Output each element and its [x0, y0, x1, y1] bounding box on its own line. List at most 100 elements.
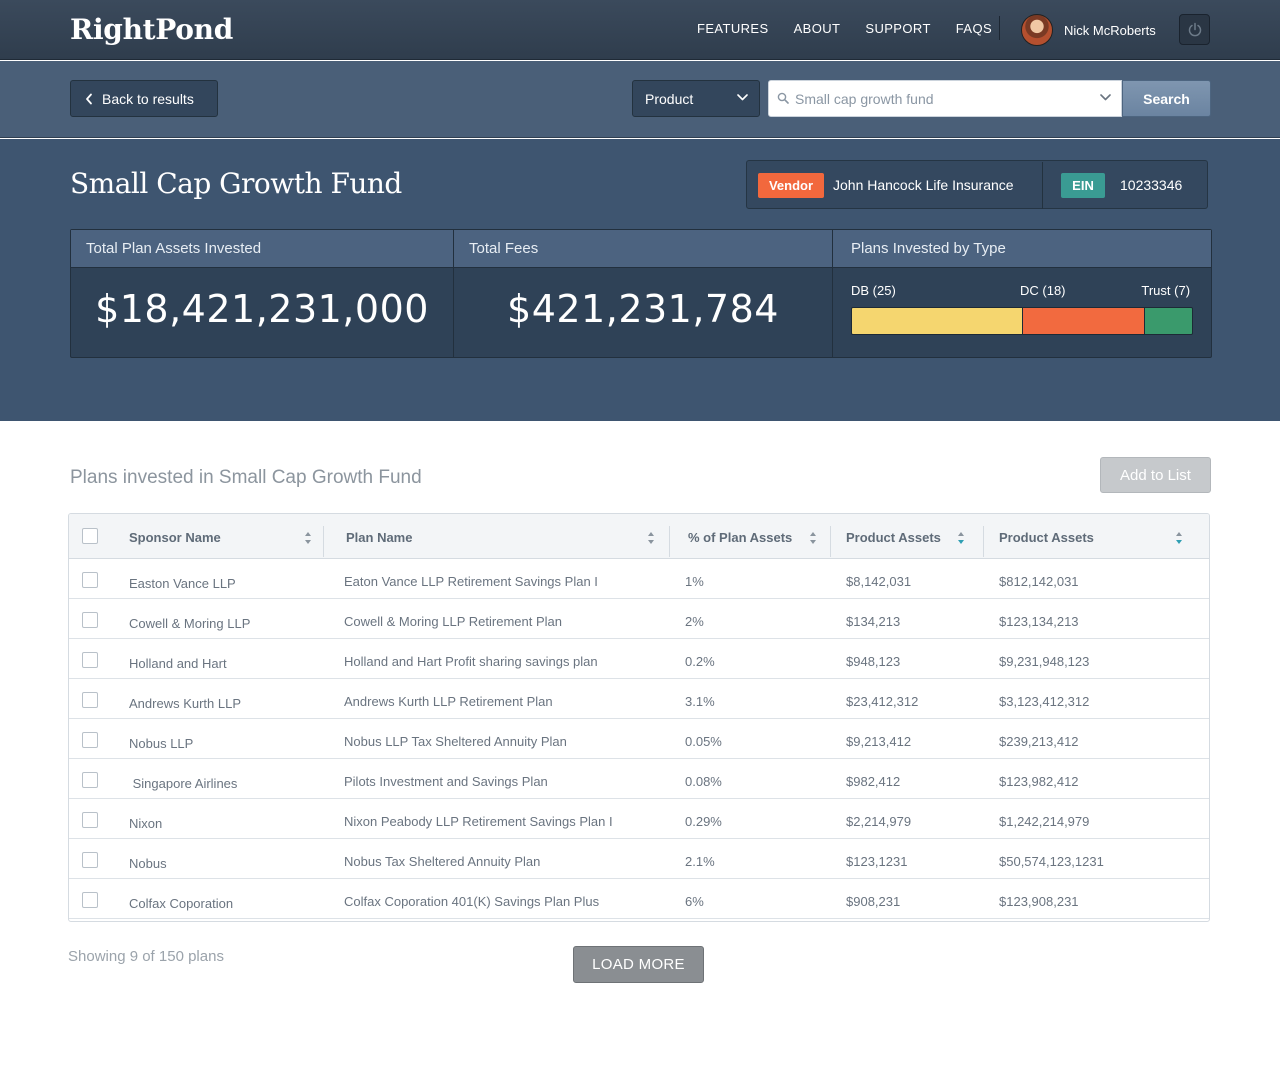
cell-sponsor-name: Easton Vance LLP: [129, 576, 236, 591]
cell-pct-plan-assets: 2.1%: [685, 854, 715, 869]
table-row[interactable]: Nixon Nixon Peabody LLP Retirement Saving…: [69, 799, 1209, 839]
cell-plan-name[interactable]: Holland and Hart Profit sharing savings …: [344, 654, 598, 669]
col-plan-name-label: Plan Name: [346, 530, 413, 545]
nav-link-features[interactable]: FEATURES: [697, 21, 769, 36]
chevron-left-icon: [86, 93, 92, 104]
cell-plan-name[interactable]: Eaton Vance LLP Retirement Savings Plan …: [344, 574, 598, 589]
table-row[interactable]: Nobus Nobus Tax Sheltered Annuity Plan 2.1…: [69, 839, 1209, 879]
logout-button[interactable]: [1179, 14, 1210, 45]
cell-sponsor-name: Andrews Kurth LLP: [129, 696, 242, 711]
cell-pct-plan-assets: 3.1%: [685, 694, 715, 709]
cell-plan-name[interactable]: Cowell & Moring LLP Retirement Plan: [344, 614, 562, 629]
main-nav: FEATURES ABOUT SUPPORT FAQS: [697, 21, 992, 36]
stat-total-assets-value: $18,421,231,000: [95, 287, 429, 331]
plans-table: Sponsor Name Plan Name % of Plan Assets …: [68, 513, 1210, 922]
cell-plan-name[interactable]: Nobus Tax Sheltered Annuity Plan: [344, 854, 540, 869]
chevron-down-icon[interactable]: [1100, 94, 1111, 101]
row-checkbox[interactable]: [82, 812, 98, 828]
plan-type-labels: DB (25) DC (18) Trust (7): [833, 268, 1211, 298]
col-product-assets[interactable]: Product Assets: [830, 514, 983, 558]
search-scope-select[interactable]: Product: [632, 80, 760, 117]
col-sponsor-name-label: Sponsor Name: [129, 530, 221, 545]
load-more-button[interactable]: LOAD MORE: [573, 946, 704, 983]
row-checkbox[interactable]: [82, 652, 98, 668]
stat-total-fees-label: Total Fees: [454, 230, 832, 268]
cell-product-assets-2: $123,908,231: [999, 894, 1079, 909]
plan-type-label-trust: Trust (7): [1141, 283, 1191, 298]
cell-sponsor-name: Nobus: [129, 856, 167, 871]
back-to-results-label: Back to results: [102, 90, 194, 107]
cell-sponsor-name: Nixon: [129, 816, 163, 831]
sort-icon[interactable]: [647, 531, 655, 545]
sort-icon[interactable]: [809, 531, 817, 545]
cell-sponsor-name: Colfax Coporation: [129, 896, 234, 911]
stat-total-assets: Total Plan Assets Invested $18,421,231,0…: [71, 230, 453, 357]
table-row[interactable]: Andrews Kurth LLP Andrews Kurth LLP Retir…: [69, 679, 1209, 719]
col-product-assets-label: Product Assets: [846, 530, 941, 545]
cell-pct-plan-assets: 0.05%: [685, 734, 722, 749]
row-checkbox[interactable]: [82, 572, 98, 588]
plan-type-segment-db: [852, 308, 1022, 334]
vendor-name: John Hancock Life Insurance: [833, 177, 1014, 193]
brand-logo[interactable]: RightPond: [70, 13, 233, 46]
sort-icon[interactable]: [957, 531, 965, 545]
table-row[interactable]: Easton Vance LLP Eaton Vance LLP Retireme…: [69, 559, 1209, 599]
search-button-label: Search: [1143, 90, 1190, 107]
user-name[interactable]: Nick McRoberts: [1064, 23, 1156, 38]
cell-product-assets-2: $123,134,213: [999, 614, 1079, 629]
search-toolbar: Back to results Product Small cap growth…: [0, 61, 1280, 138]
cell-pct-plan-assets: 0.29%: [685, 814, 722, 829]
cell-product-assets: $8,142,031: [846, 574, 912, 589]
cell-plan-name[interactable]: Andrews Kurth LLP Retirement Plan: [344, 694, 553, 709]
fund-meta: Vendor John Hancock Life Insurance EIN 1…: [746, 160, 1208, 209]
cell-pct-plan-assets: 1%: [685, 574, 704, 589]
top-navbar: RightPond FEATURES ABOUT SUPPORT FAQS Ni…: [0, 0, 1280, 60]
row-checkbox[interactable]: [82, 892, 98, 908]
user-avatar[interactable]: [1021, 14, 1053, 46]
row-checkbox[interactable]: [82, 772, 98, 788]
nav-link-about[interactable]: ABOUT: [794, 21, 841, 36]
section-title: Plans invested in Small Cap Growth Fund: [70, 467, 422, 488]
cell-plan-name[interactable]: Colfax Coporation 401(K) Savings Plan Pl…: [344, 894, 599, 909]
table-row[interactable]: Holland and Hart Holland and Hart Profit …: [69, 639, 1209, 679]
page-title: Small Cap Growth Fund: [70, 167, 402, 200]
cell-product-assets-2: $239,213,412: [999, 734, 1079, 749]
search-button[interactable]: Search: [1122, 80, 1211, 117]
add-to-list-button[interactable]: Add to List: [1100, 457, 1211, 493]
select-all-checkbox[interactable]: [82, 528, 98, 544]
fund-summary: Small Cap Growth Fund Vendor John Hancoc…: [0, 139, 1280, 421]
meta-divider: [1042, 162, 1043, 209]
sort-icon[interactable]: [1175, 531, 1183, 545]
col-pct-plan-assets[interactable]: % of Plan Assets: [669, 514, 830, 558]
nav-link-support[interactable]: SUPPORT: [865, 21, 930, 36]
cell-product-assets: $908,231: [846, 894, 901, 909]
search-input[interactable]: Small cap growth fund: [768, 80, 1122, 117]
table-row[interactable]: Singapore Airlines Pilots Investment and …: [69, 759, 1209, 799]
table-header: Sponsor Name Plan Name % of Plan Assets …: [69, 514, 1209, 559]
col-sponsor-name[interactable]: Sponsor Name: [114, 514, 324, 558]
cell-product-assets-2: $50,574,123,1231: [999, 854, 1104, 869]
cell-plan-name[interactable]: Nobus LLP Tax Sheltered Annuity Plan: [344, 734, 567, 749]
cell-plan-name[interactable]: Nixon Peabody LLP Retirement Savings Pla…: [344, 814, 613, 829]
col-product-assets-2[interactable]: Product Assets: [983, 514, 1209, 558]
sort-icon[interactable]: [304, 531, 312, 545]
plan-type-bar: [851, 307, 1193, 335]
plan-type-segment-dc: [1022, 308, 1145, 334]
table-row[interactable]: Colfax Coporation Colfax Coporation 401(K…: [69, 879, 1209, 919]
row-checkbox[interactable]: [82, 852, 98, 868]
stat-total-fees: Total Fees $421,231,784: [453, 230, 832, 357]
table-row[interactable]: Cowell & Moring LLP Cowell & Moring LLP R…: [69, 599, 1209, 639]
cell-product-assets: $134,213: [846, 614, 901, 629]
cell-product-assets-2: $3,123,412,312: [999, 694, 1090, 709]
cell-product-assets: $982,412: [846, 774, 901, 789]
row-checkbox[interactable]: [82, 612, 98, 628]
row-checkbox[interactable]: [82, 692, 98, 708]
chevron-down-icon: [737, 94, 748, 101]
col-plan-name[interactable]: Plan Name: [324, 514, 669, 558]
nav-link-faqs[interactable]: FAQS: [956, 21, 992, 36]
back-to-results-button[interactable]: Back to results: [70, 80, 218, 117]
cell-pct-plan-assets: 6%: [685, 894, 704, 909]
cell-plan-name[interactable]: Pilots Investment and Savings Plan: [344, 774, 548, 789]
table-row[interactable]: Nobus LLP Nobus LLP Tax Sheltered Annuity…: [69, 719, 1209, 759]
row-checkbox[interactable]: [82, 732, 98, 748]
